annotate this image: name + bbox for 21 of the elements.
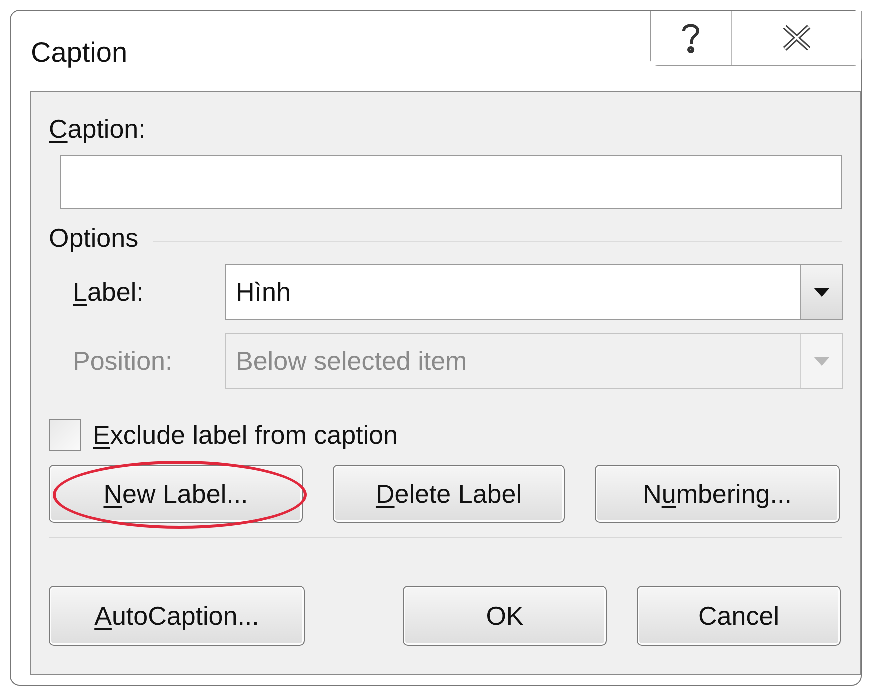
dropdown-button[interactable] — [800, 265, 842, 319]
section-heading: Options — [49, 223, 139, 254]
close-button[interactable] — [731, 11, 861, 65]
window-title: Caption — [31, 37, 128, 69]
checkbox[interactable] — [49, 419, 81, 451]
caret-icon — [814, 356, 830, 366]
field-label: Label: — [73, 276, 145, 308]
new-label-button[interactable]: New Label... — [49, 465, 303, 523]
delete-label-button[interactable]: Delete Label — [333, 465, 565, 523]
numbering-button[interactable]: Numbering... — [595, 465, 840, 523]
cancel-button[interactable]: Cancel — [637, 586, 841, 646]
field-label: Caption: — [49, 114, 147, 145]
ok-button[interactable]: OK — [403, 586, 607, 646]
autocaption-button[interactable]: AutoCaption... — [49, 586, 305, 646]
close-icon — [782, 25, 812, 51]
checkbox-label: Exclude label from caption — [93, 420, 398, 450]
field-label: Position: — [73, 346, 174, 376]
label-dropdown[interactable]: Hình — [225, 264, 843, 320]
caption-field[interactable] — [60, 155, 842, 209]
caret-icon — [814, 288, 830, 296]
help-icon — [680, 22, 702, 54]
